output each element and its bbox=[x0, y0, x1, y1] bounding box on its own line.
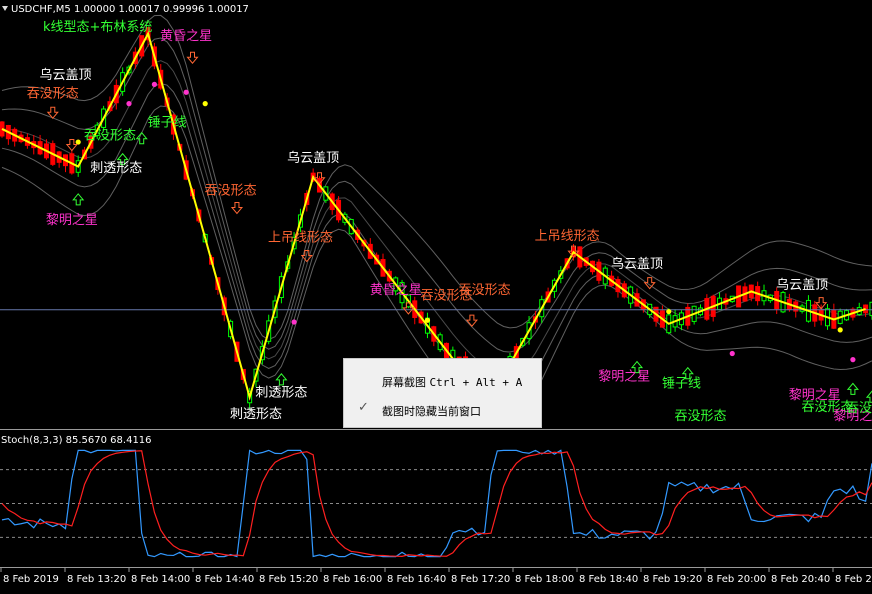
pattern-label: 吞没形态 bbox=[674, 409, 726, 424]
pattern-label: 刺透形态 bbox=[230, 407, 282, 422]
signal-dot bbox=[183, 89, 189, 95]
symbol-info: USDCHF,M5 1.00000 1.00017 0.99996 1.0001… bbox=[11, 4, 249, 15]
pattern-label: 黎明之星 bbox=[598, 370, 650, 385]
pattern-label: 上吊线形态 bbox=[535, 229, 600, 244]
signal-dot bbox=[729, 350, 735, 357]
pattern-label: 乌云盖顶 bbox=[287, 150, 339, 166]
pattern-label: 吞没形态 bbox=[205, 183, 257, 198]
time-tick-label: 8 Feb 18:00 bbox=[515, 574, 574, 585]
pattern-label: 刺透形态 bbox=[255, 385, 307, 400]
stoch-label: Stoch(8,3,3) 85.5670 68.4116 bbox=[1, 435, 152, 446]
signal-dot bbox=[666, 308, 672, 315]
time-tick-label: 8 Feb 2019 bbox=[3, 574, 59, 585]
hide-window-option[interactable]: 截图时隐藏当前窗口 bbox=[382, 403, 481, 419]
pattern-label: 刺透形态 bbox=[90, 161, 142, 176]
signal-dot bbox=[126, 101, 132, 107]
shortcut-label: Ctrl + Alt + A bbox=[429, 376, 523, 389]
pattern-label: 乌云盖顶 bbox=[776, 277, 828, 293]
pattern-label: 吞没形态 bbox=[459, 283, 511, 298]
time-tick-label: 8 Feb 14:00 bbox=[131, 574, 190, 585]
pattern-label: 上吊线形态 bbox=[268, 231, 333, 246]
chart-title: k线型态+布林系统 bbox=[43, 20, 152, 35]
time-tick-label: 8 Feb 13:20 bbox=[67, 574, 126, 585]
time-tick-label: 8 Feb 17:20 bbox=[451, 574, 510, 585]
signal-dot bbox=[291, 319, 297, 325]
pattern-label: 黎明之星 bbox=[46, 213, 98, 228]
time-tick-label: 8 Feb 16:40 bbox=[387, 574, 446, 585]
time-tick-label: 8 Feb 15:20 bbox=[259, 574, 318, 585]
time-tick-label: 8 Feb 20:00 bbox=[707, 574, 766, 585]
pattern-label: 黄昏之星 bbox=[370, 283, 422, 298]
signal-dot bbox=[202, 101, 208, 107]
pattern-label: 锤子线 bbox=[148, 115, 187, 130]
signal-dot bbox=[837, 327, 843, 333]
time-tick-label: 8 Feb 16:00 bbox=[323, 574, 382, 585]
pattern-label: 黄昏之星 bbox=[160, 29, 212, 44]
pattern-label: 锤子线 bbox=[662, 377, 701, 392]
signal-dot bbox=[424, 317, 431, 323]
screenshot-popup: 屏幕截图 Ctrl + Alt + A ✓ 截图时隐藏当前窗口 bbox=[343, 358, 542, 428]
signal-dot bbox=[151, 81, 157, 87]
price-chart: 乌云盖顶吞没形态吞没形态锤子线刺透形态黎明之星黄昏之星吞没形态上吊线形态乌云盖顶… bbox=[0, 0, 872, 594]
signal-dot bbox=[75, 139, 81, 145]
time-tick-label: 8 Feb 20:40 bbox=[771, 574, 830, 585]
signal-dot bbox=[850, 357, 856, 363]
pattern-label: 吞没形态 bbox=[84, 128, 136, 143]
time-tick-label: 8 Feb 21:20 bbox=[835, 574, 872, 585]
pattern-label: 吞没形态 bbox=[846, 401, 872, 416]
time-tick-label: 8 Feb 14:40 bbox=[195, 574, 254, 585]
pattern-label: 乌云盖顶 bbox=[611, 256, 663, 272]
screenshot-label: 屏幕截图 bbox=[382, 376, 426, 389]
checkmark-icon: ✓ bbox=[358, 400, 369, 415]
time-tick-label: 8 Feb 18:40 bbox=[579, 574, 638, 585]
screenshot-menu-item[interactable]: 屏幕截图 Ctrl + Alt + A bbox=[382, 374, 522, 390]
time-tick-label: 8 Feb 19:20 bbox=[643, 574, 702, 585]
pattern-label: 乌云盖顶 bbox=[39, 67, 91, 83]
pattern-label: 吞没形态 bbox=[27, 87, 79, 102]
